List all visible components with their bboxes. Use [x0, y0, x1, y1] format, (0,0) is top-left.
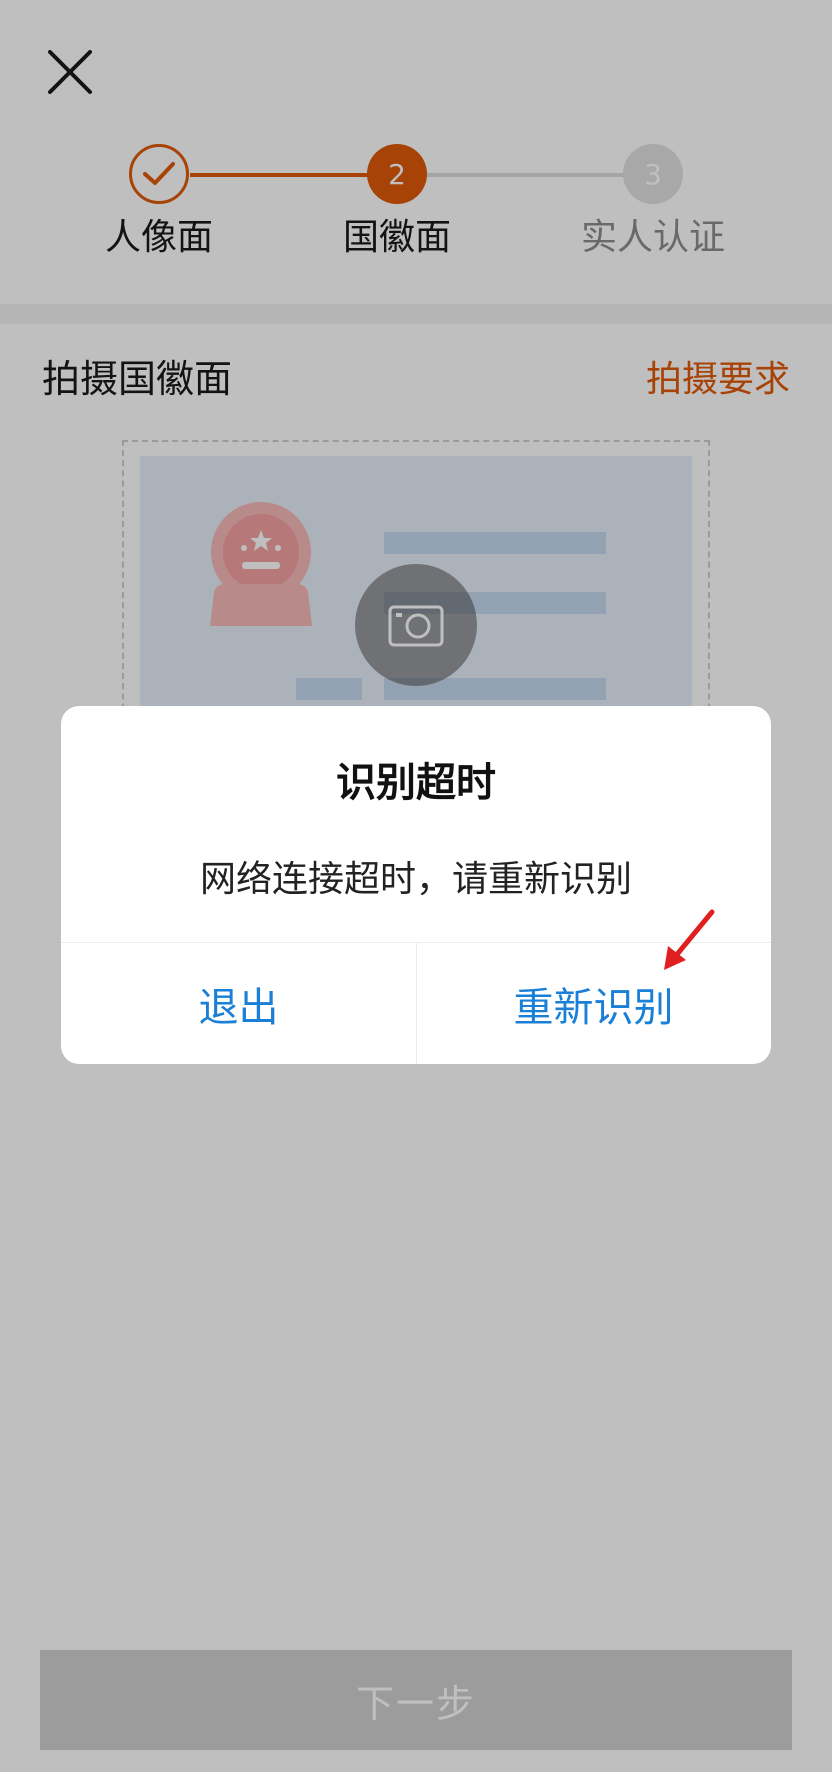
dialog-title: 识别超时: [336, 760, 496, 806]
dialog-message: 网络连接超时，请重新识别: [199, 859, 632, 900]
exit-button[interactable]: 退出: [61, 943, 417, 1064]
annotation-arrow-icon: [664, 909, 715, 970]
timeout-dialog: 识别超时 网络连接超时，请重新识别 退出 重新识别: [61, 706, 771, 1064]
